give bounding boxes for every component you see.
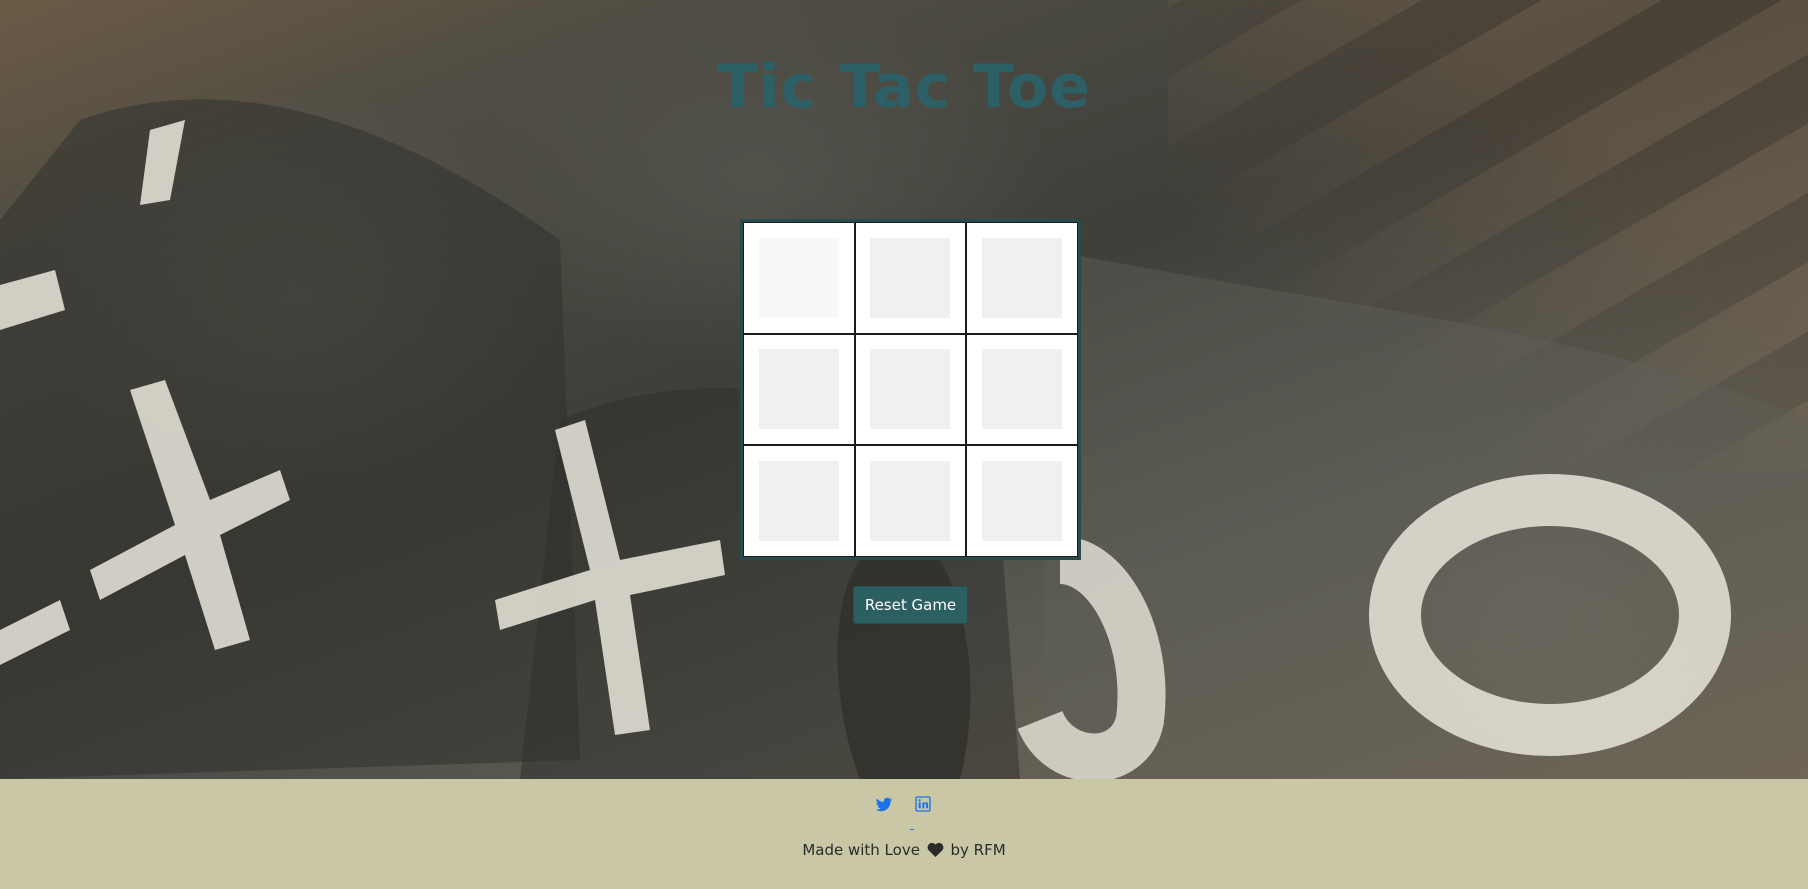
board-cell-8[interactable] [854, 445, 967, 557]
footer: Made with Love by RFM [0, 779, 1808, 889]
cell-mark [870, 349, 951, 430]
link-underline [910, 829, 914, 830]
cell-mark [758, 237, 839, 318]
credit-suffix: by RFM [950, 841, 1006, 859]
board-cell-7[interactable] [743, 445, 855, 557]
board-cell-6[interactable] [966, 333, 1078, 446]
cell-mark [758, 461, 839, 542]
heart-icon [927, 842, 944, 857]
twitter-icon [875, 797, 893, 812]
board-cell-2[interactable] [854, 222, 967, 334]
board-cell-4[interactable] [743, 333, 855, 446]
cell-mark [982, 237, 1063, 318]
cell-mark [870, 237, 951, 318]
page-title: Tic Tac Toe [717, 52, 1091, 122]
board-cell-5[interactable] [854, 333, 967, 446]
linkedin-link[interactable] [915, 796, 933, 814]
cell-mark [758, 349, 839, 430]
board-cell-3[interactable] [966, 222, 1078, 334]
board-cell-1[interactable] [743, 222, 855, 334]
cell-mark [982, 349, 1063, 430]
cell-mark [982, 461, 1063, 542]
board-cell-9[interactable] [966, 445, 1078, 557]
social-links [0, 796, 1808, 814]
game-board [740, 219, 1081, 560]
linkedin-icon [915, 796, 931, 812]
credit-text: Made with Love by RFM [0, 841, 1808, 859]
twitter-link[interactable] [875, 796, 893, 814]
cell-mark [870, 461, 951, 542]
credit-prefix: Made with Love [802, 841, 920, 859]
reset-game-button[interactable]: Reset Game [853, 586, 968, 624]
